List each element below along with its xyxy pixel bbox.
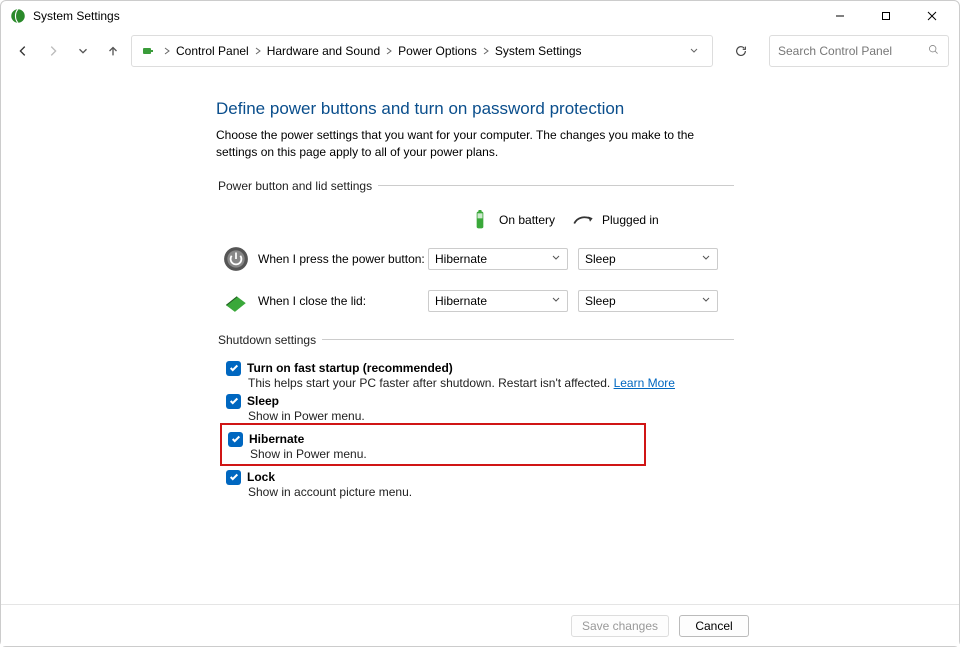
hibernate-checkbox[interactable] (228, 432, 243, 447)
hibernate-highlight: Hibernate Show in Power menu. (220, 423, 646, 466)
hibernate-desc: Show in Power menu. (250, 447, 644, 461)
column-header-battery: On battery (499, 213, 555, 227)
section-legend: Power button and lid settings (216, 179, 378, 193)
lock-desc: Show in account picture menu. (248, 485, 734, 499)
chevron-down-icon (551, 252, 561, 266)
chevron-right-icon (479, 47, 493, 55)
refresh-button[interactable] (725, 35, 757, 67)
section-legend: Shutdown settings (216, 333, 322, 347)
power-button-plugged-select[interactable]: Sleep (578, 248, 718, 270)
sleep-label: Sleep (247, 394, 279, 408)
titlebar: System Settings (1, 1, 959, 31)
app-icon (9, 7, 27, 25)
cancel-button[interactable]: Cancel (679, 615, 749, 637)
fast-startup-checkbox[interactable] (226, 361, 241, 376)
chevron-right-icon (382, 47, 396, 55)
column-header-plugged: Plugged in (602, 213, 659, 227)
hibernate-label: Hibernate (249, 432, 304, 446)
row-label-close-lid: When I close the lid: (258, 294, 428, 308)
minimize-button[interactable] (817, 1, 863, 31)
fast-startup-label: Turn on fast startup (recommended) (247, 361, 453, 375)
chevron-down-icon (551, 294, 561, 308)
up-button[interactable] (101, 39, 125, 63)
fast-startup-option: Turn on fast startup (recommended) This … (226, 361, 734, 390)
hibernate-option: Hibernate Show in Power menu. (228, 432, 644, 461)
sleep-desc: Show in Power menu. (248, 409, 734, 423)
shutdown-settings-section: Shutdown settings Turn on fast startup (… (216, 333, 734, 499)
forward-button[interactable] (41, 39, 65, 63)
search-input[interactable]: Search Control Panel (769, 35, 949, 67)
breadcrumb-item[interactable]: System Settings (493, 44, 584, 58)
chevron-down-icon[interactable] (684, 46, 704, 56)
breadcrumb-item[interactable]: Control Panel (174, 44, 251, 58)
nav-toolbar: Control Panel Hardware and Sound Power O… (1, 31, 959, 71)
back-button[interactable] (11, 39, 35, 63)
sleep-option: Sleep Show in Power menu. (226, 394, 734, 423)
chevron-right-icon (251, 47, 265, 55)
power-button-icon (222, 245, 250, 273)
power-button-battery-select[interactable]: Hibernate (428, 248, 568, 270)
battery-icon (469, 209, 491, 231)
row-label-power-button: When I press the power button: (258, 252, 428, 266)
power-button-lid-section: Power button and lid settings On battery… (216, 179, 734, 315)
lid-battery-select[interactable]: Hibernate (428, 290, 568, 312)
recent-dropdown[interactable] (71, 39, 95, 63)
breadcrumb-item[interactable]: Hardware and Sound (265, 44, 382, 58)
save-changes-button[interactable]: Save changes (571, 615, 669, 637)
sleep-checkbox[interactable] (226, 394, 241, 409)
fast-startup-desc: This helps start your PC faster after sh… (248, 376, 734, 390)
breadcrumb-item[interactable]: Power Options (396, 44, 479, 58)
search-icon (927, 43, 940, 59)
close-button[interactable] (909, 1, 955, 31)
chevron-down-icon (701, 294, 711, 308)
search-placeholder: Search Control Panel (778, 44, 927, 58)
lid-plugged-select[interactable]: Sleep (578, 290, 718, 312)
chevron-right-icon (160, 47, 174, 55)
chevron-down-icon (701, 252, 711, 266)
action-bar: Save changes Cancel (1, 604, 959, 646)
power-plan-icon (140, 43, 156, 59)
content-area: Define power buttons and turn on passwor… (1, 71, 959, 604)
lock-option: Lock Show in account picture menu. (226, 470, 734, 499)
window-title: System Settings (33, 9, 120, 23)
lid-icon (222, 287, 250, 315)
lock-checkbox[interactable] (226, 470, 241, 485)
plug-icon (572, 209, 594, 231)
page-title: Define power buttons and turn on passwor… (216, 99, 959, 119)
lock-label: Lock (247, 470, 275, 484)
page-description: Choose the power settings that you want … (216, 127, 736, 161)
maximize-button[interactable] (863, 1, 909, 31)
learn-more-link[interactable]: Learn More (614, 376, 675, 390)
breadcrumb[interactable]: Control Panel Hardware and Sound Power O… (131, 35, 713, 67)
